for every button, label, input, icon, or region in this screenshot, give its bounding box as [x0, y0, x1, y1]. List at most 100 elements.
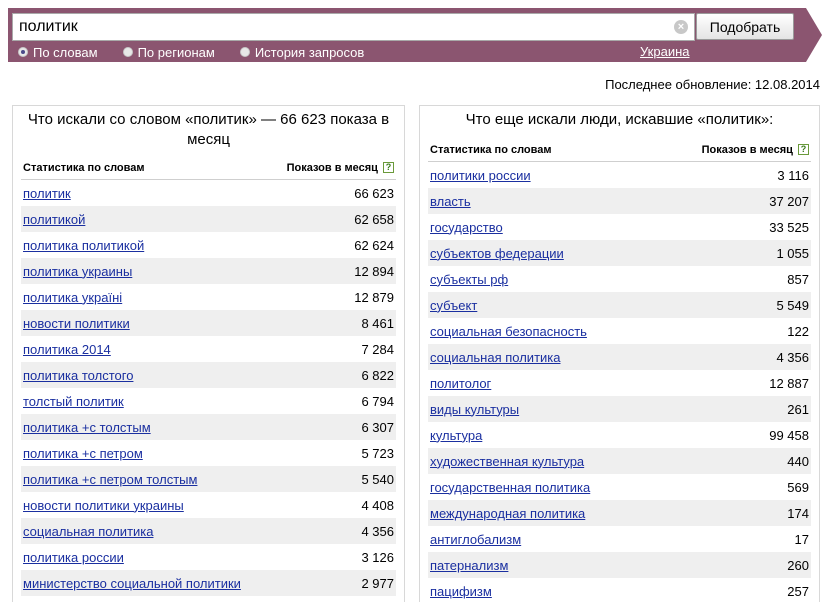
phrase-link[interactable]: пацифизм — [430, 584, 492, 599]
table-row: политика +с петром 5 723 — [21, 440, 396, 466]
impressions-count: 12 879 — [354, 289, 394, 305]
impressions-count: 261 — [787, 401, 809, 417]
table-row: политика политикой 62 624 — [21, 232, 396, 258]
phrase-link[interactable]: политолог — [430, 376, 491, 391]
impressions-count: 1 055 — [776, 245, 809, 261]
phrase-link[interactable]: государство — [430, 220, 503, 235]
region-link[interactable]: Украина — [640, 44, 690, 59]
table-row: государственная политика 569 — [428, 474, 811, 500]
impressions-count: 440 — [787, 453, 809, 469]
phrase-link[interactable]: патернализм — [430, 558, 508, 573]
phrase-link[interactable]: новости политики — [23, 316, 130, 331]
phrase-link[interactable]: культура — [430, 428, 482, 443]
radio-icon[interactable] — [18, 47, 28, 57]
submit-button[interactable]: Подобрать — [696, 13, 794, 40]
phrase-link[interactable]: художественная культура — [430, 454, 584, 469]
last-update-text: Последнее обновление: 12.08.2014 — [605, 77, 820, 92]
clear-icon[interactable]: × — [674, 20, 688, 34]
phrase-link[interactable]: социальная политика — [23, 524, 153, 539]
radio-icon[interactable] — [239, 47, 250, 57]
phrase-link[interactable]: министерство социальной политики — [23, 576, 241, 591]
table-row: политика +с толстым 6 307 — [21, 414, 396, 440]
phrase-link[interactable]: политики россии — [430, 168, 531, 183]
impressions-count: 17 — [794, 531, 809, 547]
phrase-link[interactable]: политика украины — [23, 264, 132, 279]
column-header-words: Статистика по словам — [23, 161, 145, 174]
panel-title: Что еще искали люди, искавшие «политик»: — [465, 111, 774, 128]
table-row: патернализм 260 — [428, 552, 811, 578]
left-rows-list: политик 66 623 политикой 62 658 политика пол… — [21, 180, 396, 596]
impressions-count: 12 894 — [354, 263, 394, 279]
table-row: политолог 12 887 — [428, 370, 811, 396]
impressions-count: 257 — [787, 583, 809, 599]
phrase-link[interactable]: политика россии — [23, 550, 124, 565]
phrase-link[interactable]: международная политика — [430, 506, 585, 521]
table-row: власть 37 207 — [428, 188, 811, 214]
impressions-count: 66 623 — [354, 185, 394, 201]
phrase-link[interactable]: антиглобализм — [430, 532, 521, 547]
phrase-link[interactable]: политика толстого — [23, 368, 133, 383]
phrase-link[interactable]: субъекты рф — [430, 272, 508, 287]
impressions-count: 4 356 — [361, 523, 394, 539]
table-row: художественная культура 440 — [428, 448, 811, 474]
phrase-link[interactable]: толстый политик — [23, 394, 124, 409]
phrase-link[interactable]: политика 2014 — [23, 342, 111, 357]
mode-by-regions[interactable]: По регионам — [122, 44, 215, 60]
mode-by-words[interactable]: По словам — [18, 45, 98, 60]
impressions-count: 8 461 — [361, 315, 394, 331]
phrase-link[interactable]: политика +с толстым — [23, 420, 151, 435]
table-row: социальная политика 4 356 — [428, 344, 811, 370]
table-row: антиглобализм 17 — [428, 526, 811, 552]
phrase-link[interactable]: виды культуры — [430, 402, 519, 417]
right-rows-list: политики россии 3 116 власть 37 207 государс… — [428, 162, 811, 602]
column-header-count-label: Показов в месяц — [701, 143, 793, 156]
table-row: политика толстого 6 822 — [21, 362, 396, 388]
column-header-count: Показов в месяц ? — [287, 162, 394, 174]
phrase-link[interactable]: новости политики украины — [23, 498, 184, 513]
impressions-count: 5 549 — [776, 297, 809, 313]
impressions-count: 5 540 — [361, 471, 394, 487]
phrase-link[interactable]: государственная политика — [430, 480, 590, 495]
radio-icon[interactable] — [122, 47, 133, 57]
impressions-count: 37 207 — [769, 193, 809, 209]
impressions-count: 99 458 — [769, 427, 809, 443]
phrase-link[interactable]: субъектов федерации — [430, 246, 564, 261]
table-row: культура 99 458 — [428, 422, 811, 448]
impressions-count: 62 658 — [354, 211, 394, 227]
phrase-link[interactable]: политика +с петром толстым — [23, 472, 197, 487]
phrase-link[interactable]: политик — [23, 186, 71, 201]
table-row: политика украины 12 894 — [21, 258, 396, 284]
impressions-count: 33 525 — [769, 219, 809, 235]
phrase-link[interactable]: политикой — [23, 212, 85, 227]
impressions-count: 62 624 — [354, 237, 394, 253]
help-icon[interactable]: ? — [383, 162, 394, 174]
impressions-count: 3 116 — [777, 167, 809, 183]
mode-query-history[interactable]: История запросов — [239, 45, 364, 60]
mode-label: По регионам — [137, 44, 215, 60]
phrase-link[interactable]: политика україні — [23, 290, 122, 305]
table-row: политик 66 623 — [21, 180, 396, 206]
impressions-count: 12 887 — [769, 375, 809, 391]
column-header-count: Показов в месяц ? — [702, 144, 809, 156]
table-row: пацифизм 257 — [428, 578, 811, 602]
phrase-link[interactable]: социальная безопасность — [430, 324, 587, 339]
phrase-link[interactable]: власть — [430, 194, 471, 209]
table-row: политика україні 12 879 — [21, 284, 396, 310]
column-header-count-label: Показов в месяц — [286, 161, 378, 174]
table-row: субъект 5 549 — [428, 292, 811, 318]
help-icon[interactable]: ? — [798, 144, 809, 156]
impressions-count: 569 — [787, 479, 809, 495]
phrase-link[interactable]: политика +с петром — [23, 446, 143, 461]
phrase-link[interactable]: субъект — [430, 298, 477, 313]
table-row: политики россии 3 116 — [428, 162, 811, 188]
search-input[interactable] — [13, 14, 663, 40]
search-mode-group: По словам По регионам История запросов — [18, 43, 389, 61]
phrase-link[interactable]: социальная политика — [430, 350, 560, 365]
impressions-count: 7 284 — [361, 341, 394, 357]
table-row: политика +с петром толстым 5 540 — [21, 466, 396, 492]
table-row: толстый политик 6 794 — [21, 388, 396, 414]
search-box: × — [12, 13, 695, 41]
left-panel-word-stats: Что искали со словом «политик» — 66 623 … — [12, 105, 405, 602]
right-panel-related-searches: Что еще искали люди, искавшие «политик»:… — [419, 105, 820, 602]
phrase-link[interactable]: политика политикой — [23, 238, 144, 253]
